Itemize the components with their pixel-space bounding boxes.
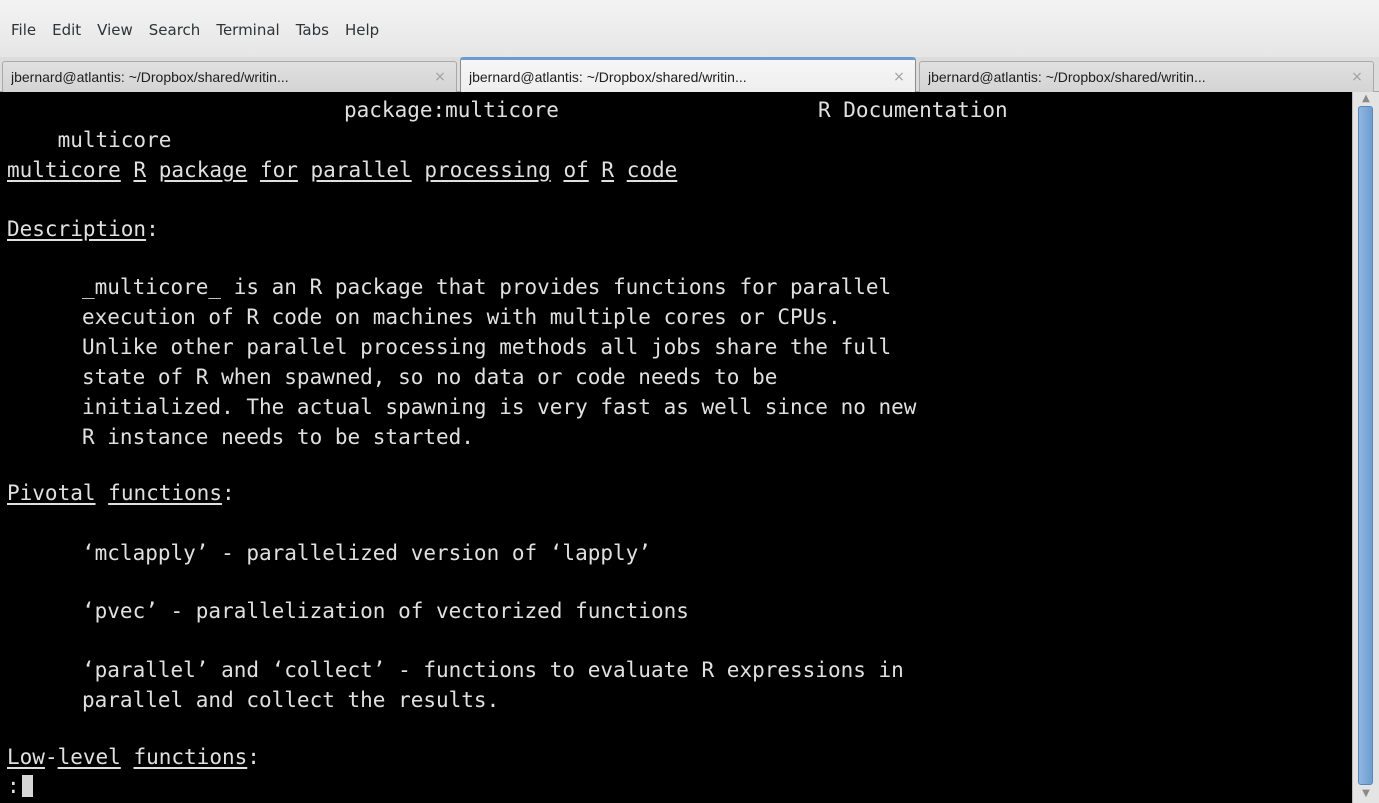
title-word: code <box>626 158 678 182</box>
doc-package: package:multicore <box>344 98 559 122</box>
title-word: package <box>158 158 248 182</box>
description-line: Unlike other parallel processing methods… <box>82 335 892 359</box>
close-icon[interactable]: × <box>430 69 450 85</box>
scroll-down-arrow-icon[interactable]: ▼ <box>1359 789 1373 799</box>
prompt-char: : <box>7 774 20 798</box>
menu-items: File Edit View Search Terminal Tabs Help <box>0 18 387 42</box>
tab-label: jbernard@atlantis: ~/Dropbox/shared/writ… <box>469 68 747 85</box>
title-word: multicore <box>7 158 121 182</box>
tab-label: jbernard@atlantis: ~/Dropbox/shared/writ… <box>11 69 289 85</box>
title-word: of <box>563 158 589 182</box>
description-line: initialized. The actual spawning is very… <box>82 395 917 419</box>
scroll-thumb[interactable] <box>1358 106 1373 785</box>
heading-colon: : <box>221 481 235 505</box>
menu-tabs[interactable]: Tabs <box>288 18 337 42</box>
close-icon[interactable]: × <box>889 69 909 85</box>
tab-label: jbernard@atlantis: ~/Dropbox/shared/writ… <box>928 69 1206 85</box>
tab-terminal-3[interactable]: jbernard@atlantis: ~/Dropbox/shared/writ… <box>919 61 1374 92</box>
pivotal-heading: Pivotal functions: <box>7 478 235 508</box>
heading-word: Low <box>7 745 45 769</box>
tab-terminal-2[interactable]: jbernard@atlantis: ~/Dropbox/shared/writ… <box>460 57 916 93</box>
vertical-scrollbar[interactable]: ▲ ▼ <box>1352 92 1379 803</box>
terminal-output[interactable]: multicore package:multicore R Documentat… <box>0 92 1352 803</box>
menu-edit[interactable]: Edit <box>44 18 89 42</box>
scroll-up-arrow-icon[interactable]: ▲ <box>1359 94 1373 104</box>
heading-word: level <box>57 745 121 769</box>
cursor <box>21 775 33 797</box>
heading-colon: : <box>146 217 159 241</box>
description-line: execution of R code on machines with mul… <box>82 305 841 329</box>
title-word: for <box>259 158 298 182</box>
description-line: state of R when spawned, so no data or c… <box>82 365 778 389</box>
title-word: R <box>133 158 147 182</box>
description-line: R instance needs to be started. <box>82 425 474 449</box>
heading-text: Description <box>7 217 147 241</box>
pivotal-item: ‘parallel’ and ‘collect’ - functions to … <box>82 658 904 682</box>
doc-title: multicore R package for parallel process… <box>7 155 677 185</box>
pivotal-item: ‘pvec’ - parallelization of vectorized f… <box>82 599 689 623</box>
heading-word: Pivotal <box>7 481 96 505</box>
tab-bar: jbernard@atlantis: ~/Dropbox/shared/writ… <box>0 57 1379 93</box>
description-line: _multicore_ is an R package that provide… <box>82 275 892 299</box>
menu-terminal[interactable]: Terminal <box>208 18 287 42</box>
pivotal-item: ‘mclapply’ - parallelized version of ‘la… <box>82 541 651 565</box>
doc-source: R Documentation <box>818 98 1008 122</box>
tab-terminal-1[interactable]: jbernard@atlantis: ~/Dropbox/shared/writ… <box>2 61 457 92</box>
lowlevel-heading: Low-level functions: <box>7 742 260 772</box>
close-icon[interactable]: × <box>1347 69 1367 85</box>
menu-search[interactable]: Search <box>141 18 209 42</box>
pager-prompt[interactable]: : <box>7 771 33 801</box>
heading-word: functions <box>108 481 222 505</box>
menu-bar: File Edit View Search Terminal Tabs Help <box>0 0 1379 57</box>
doc-name: multicore <box>57 128 172 152</box>
title-word: parallel <box>310 158 412 182</box>
heading-word: functions <box>133 745 248 769</box>
menu-help[interactable]: Help <box>337 18 387 42</box>
heading-hyphen: - <box>44 745 58 769</box>
doc-header: multicore <box>7 95 172 152</box>
pivotal-item: parallel and collect the results. <box>82 688 500 712</box>
menu-file[interactable]: File <box>0 18 44 42</box>
heading-colon: : <box>247 745 260 769</box>
menu-view[interactable]: View <box>89 18 141 42</box>
description-heading: Description: <box>7 214 159 244</box>
title-word: processing <box>424 158 551 182</box>
title-word: R <box>601 158 615 182</box>
